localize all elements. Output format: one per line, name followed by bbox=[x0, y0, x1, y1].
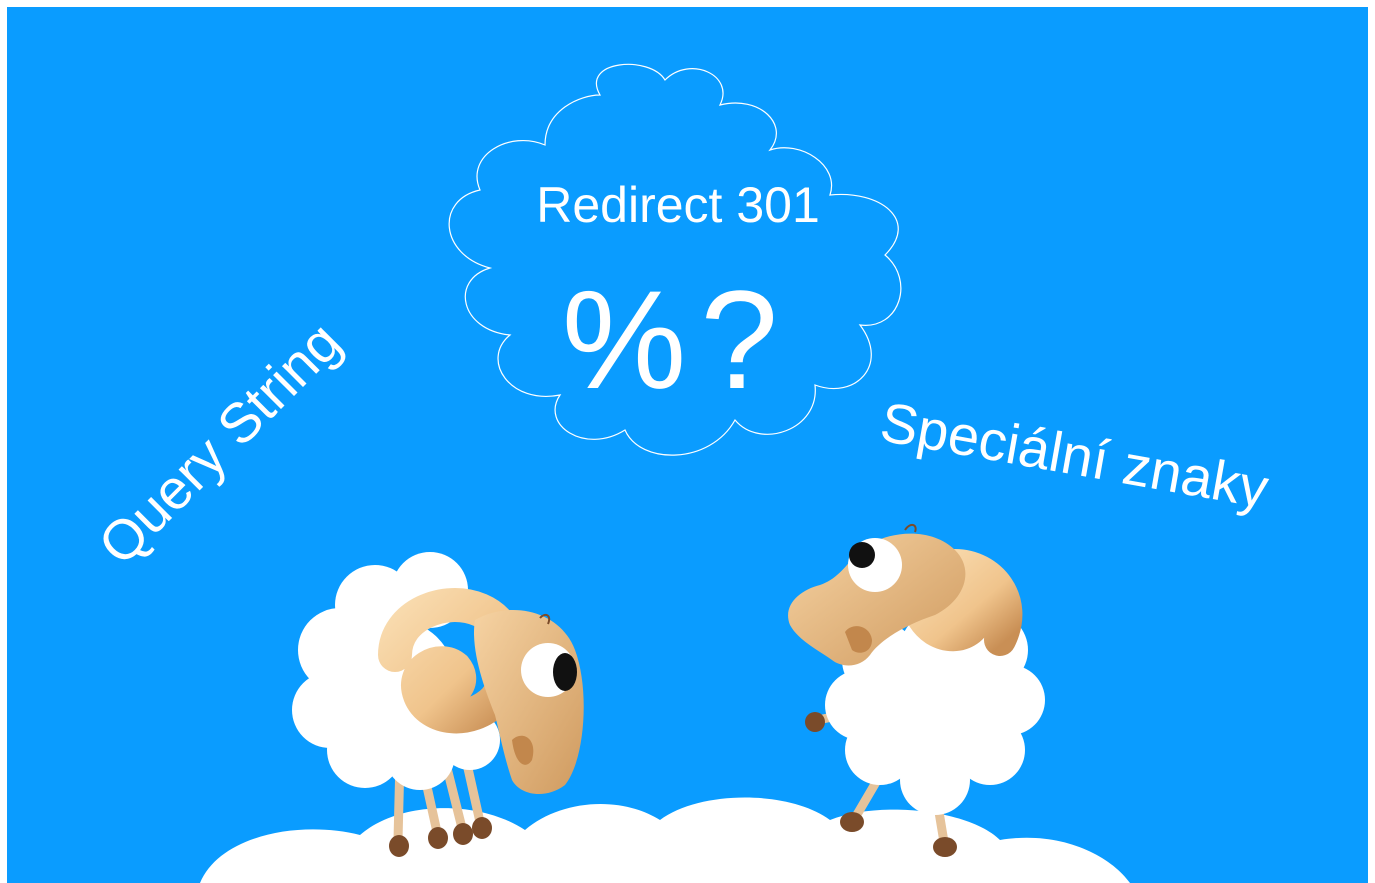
cloud-ground-icon bbox=[200, 797, 1130, 883]
cloud-symbols: %? bbox=[562, 261, 792, 418]
right-rotated-label: Speciální znaky bbox=[876, 390, 1273, 520]
cloud-title: Redirect 301 bbox=[536, 177, 820, 233]
illustration-canvas: Redirect 301 %? Query String Speciální z… bbox=[86, 63, 1273, 883]
sheep-right-icon bbox=[788, 524, 1045, 857]
left-rotated-label: Query String bbox=[86, 310, 353, 577]
